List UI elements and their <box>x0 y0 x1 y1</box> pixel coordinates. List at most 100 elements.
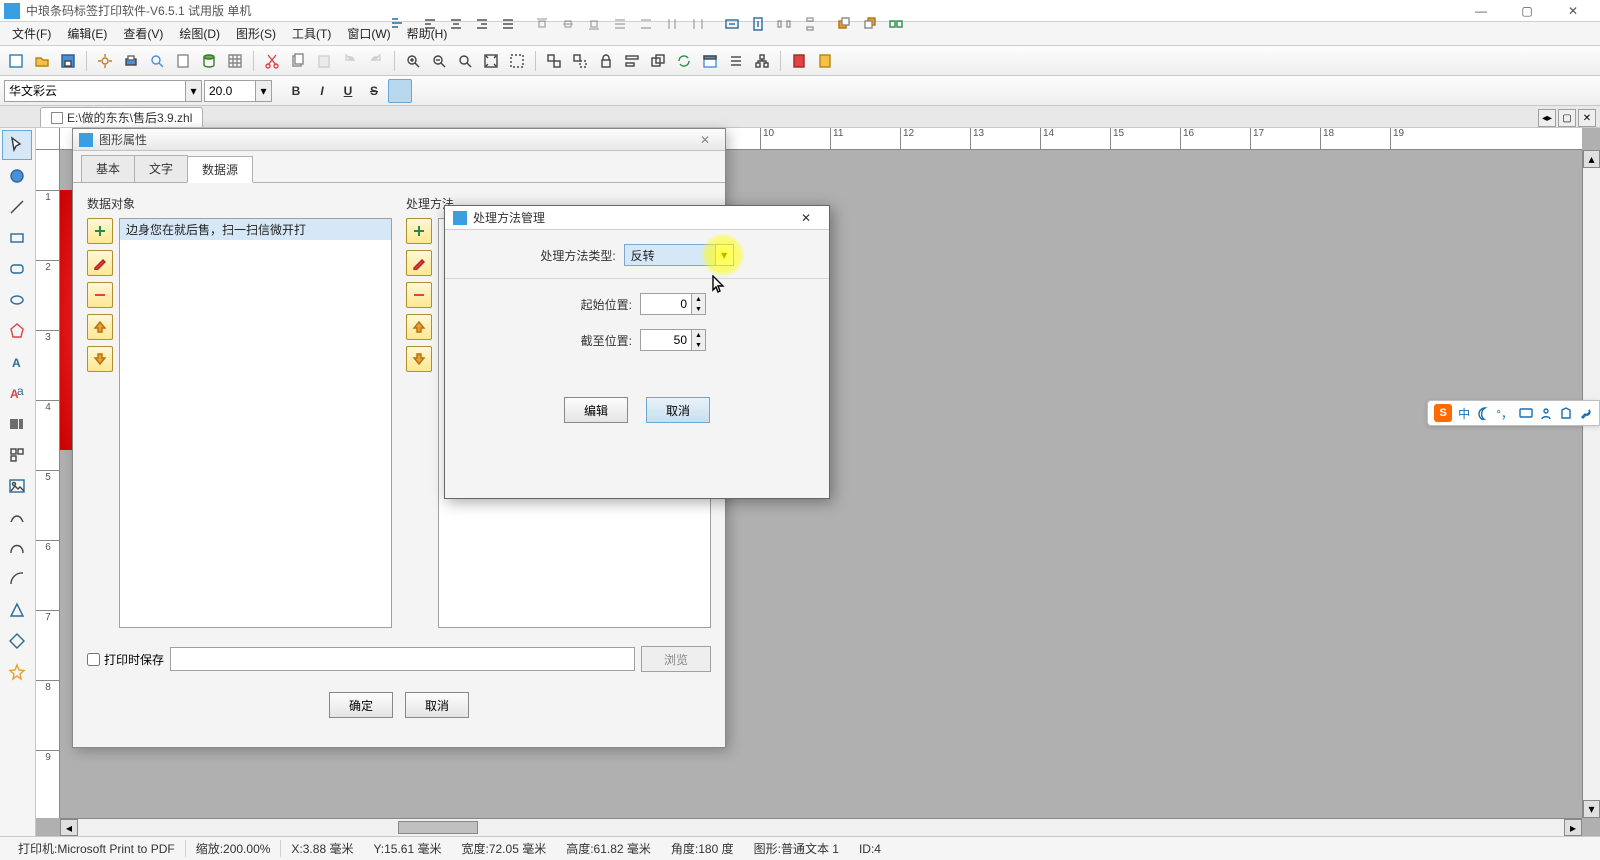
data-up-button[interactable] <box>87 314 113 340</box>
ime-lang[interactable]: 中 <box>1458 405 1470 422</box>
end-pos-input[interactable] <box>641 330 691 350</box>
same-width-button[interactable] <box>888 79 912 103</box>
data-down-button[interactable] <box>87 346 113 372</box>
bold-button[interactable]: B <box>284 79 308 103</box>
tab-text[interactable]: 文字 <box>134 155 188 182</box>
close-button[interactable]: ✕ <box>1550 0 1596 22</box>
rich-text-tool[interactable]: Aa <box>2 378 32 408</box>
ime-toolbar[interactable]: S 中 °， <box>1427 400 1600 426</box>
chevron-down-icon[interactable]: ▾ <box>185 81 201 101</box>
page-setup-button[interactable] <box>171 49 195 73</box>
fit-width-button[interactable] <box>724 79 748 103</box>
valign-top-button[interactable] <box>534 79 558 103</box>
select-tool[interactable] <box>2 130 32 160</box>
undo-button[interactable] <box>338 49 362 73</box>
star-tool[interactable] <box>2 657 32 687</box>
spin-down-icon[interactable]: ▼ <box>692 340 705 350</box>
menu-shape[interactable]: 图形(S) <box>228 22 284 45</box>
arc-tool[interactable] <box>2 564 32 594</box>
tab-prev-button[interactable]: ◂▸ <box>1538 109 1556 127</box>
distribute-h-button[interactable] <box>776 79 800 103</box>
line-tool[interactable] <box>2 192 32 222</box>
valign-bot-button[interactable] <box>586 79 610 103</box>
method-type-combo[interactable]: 反转 ▾ <box>624 244 734 266</box>
copy-button[interactable] <box>286 49 310 73</box>
chevron-down-icon[interactable]: ▾ <box>255 81 271 101</box>
person-icon[interactable] <box>1539 406 1553 420</box>
scroll-down-button[interactable]: ▾ <box>1583 800 1600 818</box>
fit-height-button[interactable] <box>750 79 774 103</box>
tab-datasource[interactable]: 数据源 <box>187 156 253 183</box>
text-tool[interactable]: A <box>2 347 32 377</box>
dialog1-cancel-button[interactable]: 取消 <box>405 692 469 718</box>
grid-button[interactable] <box>223 49 247 73</box>
save-button[interactable] <box>56 49 80 73</box>
spacing-button-4[interactable] <box>690 79 714 103</box>
method-up-button[interactable] <box>406 314 432 340</box>
keyboard-icon[interactable] <box>1519 406 1533 420</box>
font-family-combo[interactable]: ▾ <box>4 80 202 102</box>
menu-draw[interactable]: 绘图(D) <box>171 22 228 45</box>
qrcode-tool[interactable] <box>2 440 32 470</box>
curve-tool[interactable] <box>2 533 32 563</box>
dialog2-cancel-button[interactable]: 取消 <box>646 397 710 423</box>
method-add-button[interactable] <box>406 218 432 244</box>
skin-icon[interactable] <box>1559 406 1573 420</box>
method-edit-button[interactable] <box>406 250 432 276</box>
chevron-down-icon[interactable]: ▾ <box>715 245 733 265</box>
tab-restore-button[interactable]: ▢ <box>1558 109 1576 127</box>
dialog2-close-button[interactable]: ✕ <box>791 208 821 228</box>
tab-close-button[interactable]: ✕ <box>1578 109 1596 127</box>
spin-up-icon[interactable]: ▲ <box>692 294 705 304</box>
spacing-button-1[interactable] <box>612 79 636 103</box>
menu-edit[interactable]: 编辑(E) <box>59 22 115 45</box>
valign-mid-button[interactable] <box>560 79 584 103</box>
save-path-input[interactable] <box>170 647 635 671</box>
menu-file[interactable]: 文件(F) <box>4 22 59 45</box>
settings-button[interactable] <box>93 49 117 73</box>
dialog1-ok-button[interactable]: 确定 <box>329 692 393 718</box>
menu-tools[interactable]: 工具(T) <box>284 22 339 45</box>
moon-icon[interactable] <box>1476 406 1490 420</box>
pan-tool[interactable] <box>2 161 32 191</box>
bring-front-button[interactable] <box>836 79 860 103</box>
spin-up-icon[interactable]: ▲ <box>692 330 705 340</box>
font-family-input[interactable] <box>5 81 185 101</box>
database-button[interactable] <box>197 49 221 73</box>
wrench-icon[interactable] <box>1579 406 1593 420</box>
save-on-print-checkbox[interactable]: 打印时保存 <box>87 651 164 668</box>
align-justify-button[interactable] <box>500 79 524 103</box>
data-delete-button[interactable] <box>87 282 113 308</box>
spin-down-icon[interactable]: ▼ <box>692 304 705 314</box>
dialog2-edit-button[interactable]: 编辑 <box>564 397 628 423</box>
path-tool[interactable] <box>2 502 32 532</box>
rect-tool[interactable] <box>2 223 32 253</box>
align-left-button[interactable] <box>422 79 446 103</box>
italic-button[interactable]: I <box>310 79 334 103</box>
data-object-list[interactable]: 边身您在就后售，扫一扫信微开打 <box>119 218 392 628</box>
scrollbar-horizontal[interactable]: ◂ ▸ <box>60 818 1582 836</box>
cut-button[interactable] <box>260 49 284 73</box>
polygon-tool[interactable] <box>2 316 32 346</box>
diamond-tool[interactable] <box>2 626 32 656</box>
font-size-combo[interactable]: ▾ <box>204 80 272 102</box>
round-rect-tool[interactable] <box>2 254 32 284</box>
method-down-button[interactable] <box>406 346 432 372</box>
image-tool[interactable] <box>2 471 32 501</box>
minimize-button[interactable]: — <box>1458 0 1504 22</box>
triangle-tool[interactable] <box>2 595 32 625</box>
data-add-button[interactable] <box>87 218 113 244</box>
browse-button[interactable]: 浏览 <box>641 646 711 672</box>
tab-basic[interactable]: 基本 <box>81 155 135 182</box>
ellipse-tool[interactable] <box>2 285 32 315</box>
data-edit-button[interactable] <box>87 250 113 276</box>
spacing-button-2[interactable] <box>638 79 662 103</box>
barcode-tool[interactable] <box>2 409 32 439</box>
font-size-input[interactable] <box>205 81 255 101</box>
scroll-left-button[interactable]: ◂ <box>60 819 78 836</box>
strike-button[interactable]: S <box>362 79 386 103</box>
distribute-v-button[interactable] <box>802 79 826 103</box>
send-back-button[interactable] <box>862 79 886 103</box>
underline-button[interactable]: U <box>336 79 360 103</box>
document-tab[interactable]: E:\做的东东\售后3.9.zhl <box>40 107 203 127</box>
